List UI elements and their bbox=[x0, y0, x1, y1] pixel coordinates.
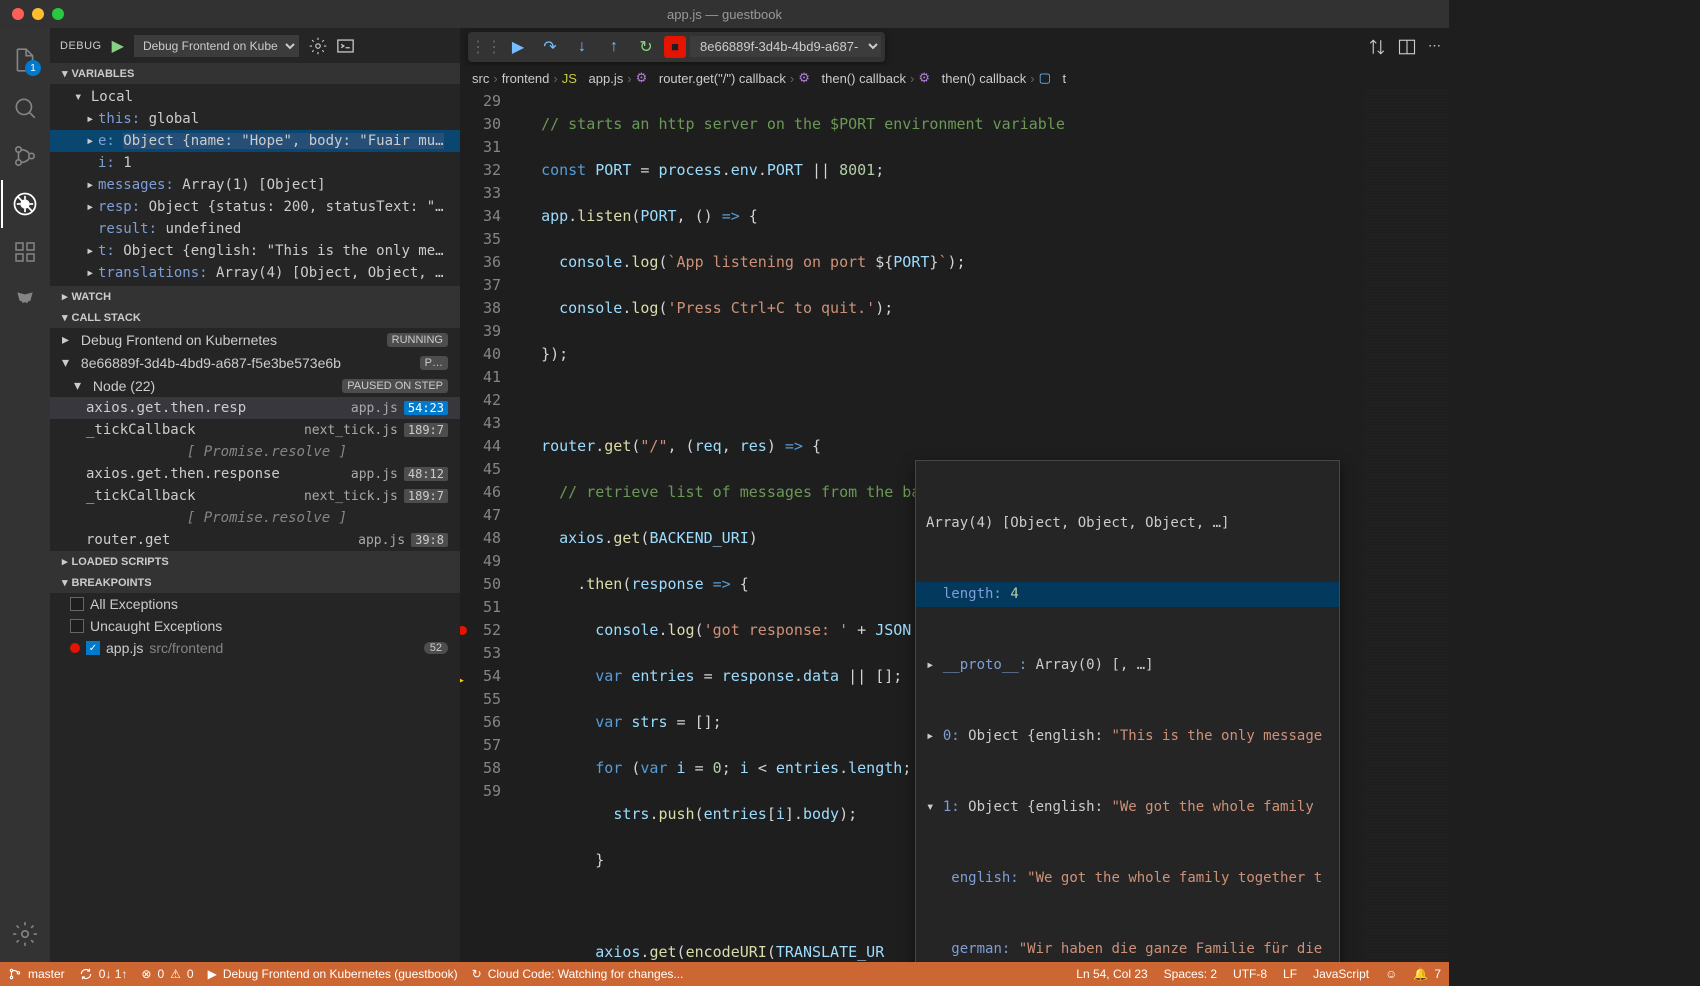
window-close[interactable] bbox=[12, 8, 24, 20]
bp-uncaught-exceptions[interactable]: Uncaught Exceptions bbox=[50, 615, 460, 637]
code-editor[interactable]: 2930313233343536373839404142434445464748… bbox=[460, 90, 1449, 962]
stack-frame[interactable]: [ Promise.resolve ] bbox=[50, 507, 460, 529]
breakpoints-list: All Exceptions Uncaught Exceptions ✓ app… bbox=[50, 593, 460, 659]
search-icon[interactable] bbox=[1, 84, 49, 132]
sb-notifications[interactable]: 🔔7 bbox=[1413, 967, 1441, 981]
sb-feedback-icon[interactable]: ☺ bbox=[1385, 967, 1397, 981]
bp-file[interactable]: ✓ app.js src/frontend 52 bbox=[50, 637, 460, 659]
cloud-code-icon[interactable] bbox=[1, 276, 49, 324]
sb-cursor-pos[interactable]: Ln 54, Col 23 bbox=[1076, 967, 1147, 981]
debug-config-toolbar: DEBUG ▶ Debug Frontend on Kubern bbox=[50, 28, 460, 63]
sb-cloud-code[interactable]: ↻Cloud Code: Watching for changes... bbox=[472, 967, 684, 981]
debug-sidebar: DEBUG ▶ Debug Frontend on Kubern VARIABL… bbox=[50, 28, 460, 962]
breadcrumb[interactable]: src› frontend› JS app.js› ⚙ router.get("… bbox=[460, 66, 1449, 90]
var-row[interactable]: ▸resp: Object {status: 200, statusText: … bbox=[50, 196, 460, 218]
sb-eol[interactable]: LF bbox=[1283, 967, 1297, 981]
debug-config-select[interactable]: Debug Frontend on Kubern bbox=[134, 35, 299, 57]
callstack-session[interactable]: 8e66889f-3d4b-4bd9-a687-f5e3be573e6b P… bbox=[50, 351, 460, 374]
settings-gear-icon[interactable] bbox=[1, 914, 49, 962]
method-icon: ⚙ bbox=[918, 70, 930, 86]
loaded-scripts-header[interactable]: LOADED SCRIPTS bbox=[50, 551, 460, 572]
breakpoints-header[interactable]: BREAKPOINTS bbox=[50, 572, 460, 593]
editor-toolbar: ⋮⋮ ▶ ↷ ↓ ↑ ↻ ■ 8e66889f-3d4b-4bd9-a687- … bbox=[460, 28, 1449, 66]
editor-area: ⋮⋮ ▶ ↷ ↓ ↑ ↻ ■ 8e66889f-3d4b-4bd9-a687- … bbox=[460, 28, 1449, 962]
sb-branch[interactable]: master bbox=[8, 967, 65, 981]
stack-frame[interactable]: axios.get.then.response app.js48:12 bbox=[50, 463, 460, 485]
sb-spaces[interactable]: Spaces: 2 bbox=[1164, 967, 1217, 981]
scm-icon[interactable] bbox=[1, 132, 49, 180]
callstack-tree: Debug Frontend on Kubernetes RUNNING 8e6… bbox=[50, 328, 460, 551]
stack-frame[interactable]: axios.get.then.resp app.js54:23 bbox=[50, 397, 460, 419]
var-row[interactable]: ▸e: Object {name: "Hope", body: "Fuair m… bbox=[50, 130, 460, 152]
debug-hover-popup[interactable]: Array(4) [Object, Object, Object, …] len… bbox=[915, 460, 1340, 962]
step-into-icon[interactable]: ↓ bbox=[568, 34, 596, 60]
var-row[interactable]: ▸translations: Array(4) [Object, Object,… bbox=[50, 262, 460, 284]
more-icon[interactable]: ⋯ bbox=[1428, 38, 1441, 56]
stack-frame[interactable]: router.get app.js39:8 bbox=[50, 529, 460, 551]
watch-header[interactable]: WATCH bbox=[50, 286, 460, 307]
method-icon: ⚙ bbox=[798, 70, 810, 86]
sb-language[interactable]: JavaScript bbox=[1313, 967, 1369, 981]
callstack-thread[interactable]: Node (22) PAUSED ON STEP bbox=[50, 374, 460, 397]
stop-icon[interactable]: ■ bbox=[664, 36, 686, 58]
sb-problems[interactable]: ⊗0 ⚠0 bbox=[141, 967, 193, 981]
js-file-icon: JS bbox=[562, 71, 577, 86]
debug-floating-toolbar[interactable]: ⋮⋮ ▶ ↷ ↓ ↑ ↻ ■ 8e66889f-3d4b-4bd9-a687- bbox=[468, 32, 885, 62]
debug-session-select[interactable]: 8e66889f-3d4b-4bd9-a687- bbox=[690, 36, 881, 57]
explorer-badge: 1 bbox=[25, 60, 41, 76]
debug-settings-icon[interactable] bbox=[309, 37, 327, 55]
start-debug-icon[interactable]: ▶ bbox=[112, 36, 124, 56]
stack-frame[interactable]: _tickCallback next_tick.js189:7 bbox=[50, 485, 460, 507]
var-row[interactable]: ▸this: global bbox=[50, 108, 460, 130]
sb-sync[interactable]: 0↓ 1↑ bbox=[79, 967, 128, 981]
sb-encoding[interactable]: UTF-8 bbox=[1233, 967, 1267, 981]
debug-console-icon[interactable] bbox=[337, 39, 354, 53]
step-out-icon[interactable]: ↑ bbox=[600, 34, 628, 60]
bp-all-exceptions[interactable]: All Exceptions bbox=[50, 593, 460, 615]
callstack-config[interactable]: Debug Frontend on Kubernetes RUNNING bbox=[50, 328, 460, 351]
sb-debug-session[interactable]: ▶Debug Frontend on Kubernetes (guestbook… bbox=[208, 967, 458, 981]
step-over-icon[interactable]: ↷ bbox=[536, 34, 564, 60]
debug-grip-icon[interactable]: ⋮⋮ bbox=[472, 34, 500, 60]
debug-icon[interactable] bbox=[1, 180, 49, 228]
var-row[interactable]: ▸t: Object {english: "This is the only m… bbox=[50, 240, 460, 262]
extensions-icon[interactable] bbox=[1, 228, 49, 276]
variables-header[interactable]: VARIABLES bbox=[50, 63, 460, 84]
minimap[interactable] bbox=[1364, 90, 1449, 962]
window-maximize[interactable] bbox=[52, 8, 64, 20]
continue-icon[interactable]: ▶ bbox=[504, 34, 532, 60]
var-row[interactable]: i: 1 bbox=[50, 152, 460, 174]
window-title: app.js — guestbook bbox=[667, 7, 782, 22]
callstack-header[interactable]: CALL STACK bbox=[50, 307, 460, 328]
variables-tree: Local ▸this: global ▸e: Object {name: "H… bbox=[50, 84, 460, 286]
debug-label: DEBUG bbox=[60, 40, 102, 52]
status-bar: master 0↓ 1↑ ⊗0 ⚠0 ▶Debug Frontend on Ku… bbox=[0, 962, 1449, 986]
restart-icon[interactable]: ↻ bbox=[632, 34, 660, 60]
activity-bar: 1 bbox=[0, 28, 50, 962]
explorer-icon[interactable]: 1 bbox=[1, 36, 49, 84]
var-row[interactable]: ▸messages: Array(1) [Object] bbox=[50, 174, 460, 196]
scope-local[interactable]: Local bbox=[50, 86, 460, 108]
window-titlebar: app.js — guestbook bbox=[0, 0, 1449, 28]
stack-frame[interactable]: _tickCallback next_tick.js189:7 bbox=[50, 419, 460, 441]
stack-frame[interactable]: [ Promise.resolve ] bbox=[50, 441, 460, 463]
split-editor-icon[interactable] bbox=[1398, 38, 1416, 56]
variable-icon: ▢ bbox=[1039, 70, 1051, 86]
compare-icon[interactable] bbox=[1368, 38, 1386, 56]
var-row[interactable]: result: undefined bbox=[50, 218, 460, 240]
window-minimize[interactable] bbox=[32, 8, 44, 20]
method-icon: ⚙ bbox=[636, 70, 648, 86]
